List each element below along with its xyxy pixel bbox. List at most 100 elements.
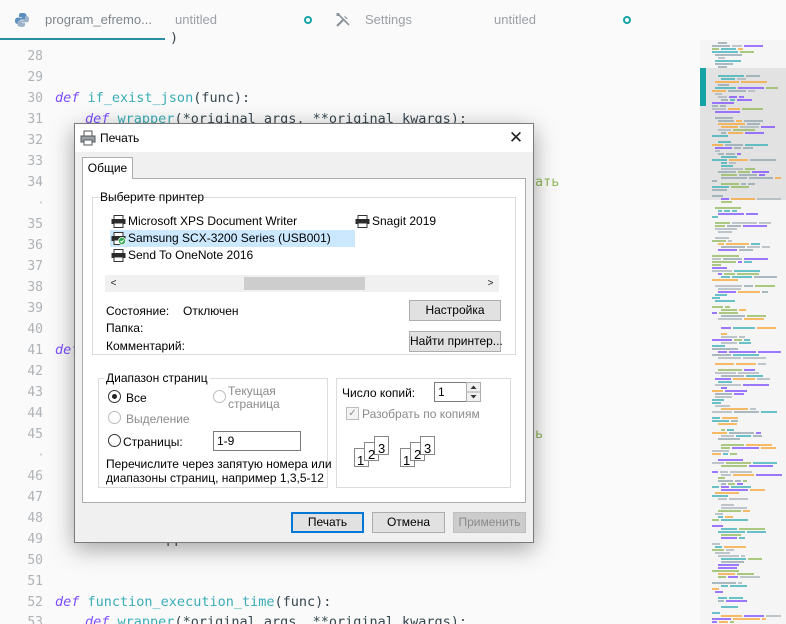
minimap-code-line (747, 531, 766, 533)
printer-list-scrollbar[interactable]: < > (105, 275, 499, 292)
minimap-code-line (712, 621, 717, 623)
line-number: 51 (27, 574, 43, 589)
minimap-code-line (712, 255, 739, 257)
tab-label: program_efremo... (45, 12, 152, 27)
line-number: 43 (27, 385, 43, 400)
minimap-code-line (712, 432, 727, 434)
minimap-code-line (724, 210, 730, 212)
collate-page-number: 1 (357, 453, 364, 468)
minimap-code-line (712, 588, 719, 590)
minimap-code-line (721, 126, 738, 128)
minimap-code-line (721, 48, 736, 50)
minimap-code-line (715, 285, 742, 287)
minimap-code-line (739, 342, 751, 344)
cancel-button[interactable]: Отмена (372, 512, 445, 533)
range-pages-radio[interactable] (108, 434, 121, 447)
code-text: (func): (193, 90, 251, 106)
scroll-thumb[interactable] (244, 277, 365, 290)
minimap-code-line (715, 81, 739, 83)
minimap-code-line (762, 291, 768, 293)
minimap-code-line (712, 189, 727, 191)
minimap-code-line (718, 249, 737, 251)
tab-untitled-1[interactable]: untitled (165, 0, 325, 40)
status-value: Отключен (183, 304, 239, 318)
minimap-code-line (721, 246, 745, 248)
minimap-code-line (734, 339, 742, 341)
dialog-titlebar[interactable]: Печать ✕ (75, 124, 533, 152)
tab-settings[interactable]: Settings (330, 0, 490, 40)
folder-label: Папка: (106, 321, 144, 335)
find-printer-button[interactable]: Найти принтер... (409, 331, 503, 352)
minimap-code-line (715, 378, 731, 380)
minimap-code-line (728, 576, 738, 578)
minimap-code-line (756, 432, 761, 434)
minimap-code-line (746, 444, 772, 446)
minimap-code-line (715, 363, 734, 365)
code-line-34: ать (535, 174, 560, 190)
minimap-code-line (718, 567, 737, 569)
tab-untitled-2[interactable]: untitled (490, 0, 640, 40)
minimap-code-line (730, 585, 747, 587)
minimap-code-line (728, 483, 735, 485)
minimap-code-line (718, 171, 736, 173)
close-icon[interactable]: ✕ (499, 124, 533, 152)
minimap-code-line (712, 399, 724, 401)
minimap-code-line (718, 243, 724, 245)
printer-icon (111, 249, 126, 262)
line-number: 53 (27, 615, 43, 624)
range-selection-radio[interactable] (108, 411, 121, 424)
printer-list[interactable]: Microsoft XPS Document Writer Snagit 201… (101, 210, 501, 270)
minimap-code-line (739, 537, 745, 539)
code-keyword: def (85, 614, 110, 624)
minimap-code-line (721, 507, 747, 509)
minimap-code-line (715, 63, 733, 65)
printer-settings-button[interactable]: Настройка (409, 300, 501, 321)
code-text: (*original_args, **original_kwargs): (174, 614, 468, 624)
range-current-radio[interactable] (213, 390, 226, 403)
minimap-code-line (712, 570, 739, 572)
line-number: 44 (27, 406, 43, 421)
minimap-code-line (721, 408, 748, 410)
tab-general[interactable]: Общие (82, 157, 133, 179)
minimap-code-line (720, 471, 728, 473)
minimap-code-line (733, 327, 755, 329)
printer-item-samsung[interactable]: Samsung SCX-3200 Series (USB001) (110, 230, 355, 247)
minimap-code-line (721, 606, 738, 608)
minimap-code-line (718, 597, 727, 599)
printer-name: Microsoft XPS Document Writer (128, 214, 298, 228)
tab-program-efremov[interactable]: program_efremo... (0, 0, 165, 40)
pages-input[interactable]: 1-9 (213, 431, 301, 451)
apply-button[interactable]: Применить (453, 512, 526, 533)
scroll-left-icon[interactable]: < (105, 275, 122, 292)
range-all-radio[interactable] (108, 390, 121, 403)
copies-stepper[interactable] (466, 382, 481, 402)
dialog-title: Печать (100, 131, 140, 145)
minimap-code-line (742, 108, 763, 110)
minimap-code-line (721, 435, 734, 437)
code-fragment: ) (170, 30, 179, 46)
collate-checkbox[interactable]: ✓ (346, 407, 359, 420)
minimap-code-line (715, 372, 736, 374)
printer-item-xps[interactable]: Microsoft XPS Document Writer (110, 213, 297, 230)
minimap-code-line (757, 198, 781, 200)
minimap-code-line (715, 60, 741, 62)
collate-page-number: 2 (368, 447, 375, 462)
printer-item-onenote[interactable]: Send To OneNote 2016 (110, 247, 253, 264)
minimap-scroll-thumb[interactable] (700, 68, 706, 106)
minimap-code-line (718, 291, 736, 293)
minimap-code-line (712, 51, 738, 53)
printer-name: Samsung SCX-3200 Series (USB001) (128, 231, 331, 245)
line-number: • (38, 199, 43, 207)
printer-item-snagit[interactable]: Snagit 2019 (354, 213, 436, 230)
print-button[interactable]: Печать (291, 512, 364, 533)
minimap-code-line (727, 429, 734, 431)
scroll-right-icon[interactable]: > (482, 275, 499, 292)
minimap-code-line (721, 201, 732, 203)
minimap-code-line (712, 186, 729, 188)
minimap-code-line (715, 492, 739, 494)
code-line-45: ь (535, 426, 544, 442)
minimap-code-line (712, 549, 724, 551)
minimap[interactable] (700, 40, 786, 624)
print-dialog: Печать ✕ Общие Выберите принтер Microsof… (74, 123, 534, 543)
minimap-code-line (715, 87, 736, 89)
